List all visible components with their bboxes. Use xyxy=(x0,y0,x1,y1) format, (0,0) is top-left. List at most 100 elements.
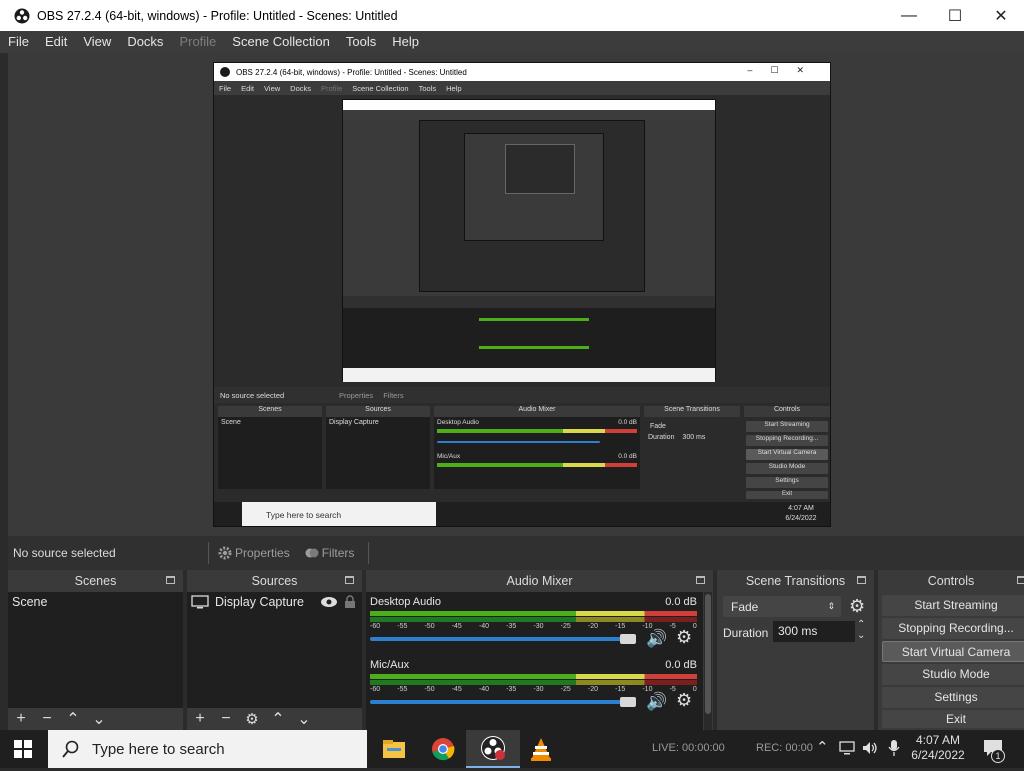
undock-icon[interactable] xyxy=(166,576,175,584)
tick-label: -35 xyxy=(506,686,517,693)
nested-duration: 300 ms xyxy=(682,434,706,441)
nested-control-btn: Studio Mode xyxy=(746,463,828,474)
microphone-icon[interactable] xyxy=(888,739,900,762)
tick-label: -20 xyxy=(587,623,598,630)
obs-taskbar-button[interactable] xyxy=(466,730,520,768)
nested-date: 6/24/2022 xyxy=(785,515,817,522)
vlc-icon[interactable] xyxy=(528,737,554,761)
sources-list[interactable]: Display Capture xyxy=(187,592,362,708)
menu-file[interactable]: File xyxy=(0,31,37,53)
nested-control-btn: Start Streaming xyxy=(746,421,828,432)
tick-label: -45 xyxy=(451,686,462,693)
mixer-scrollbar[interactable] xyxy=(704,592,712,730)
remove-scene-icon[interactable]: − xyxy=(34,710,60,728)
close-button[interactable]: ✕ xyxy=(978,0,1024,31)
move-up-icon[interactable]: ⌃ xyxy=(60,709,86,729)
move-down-icon[interactable]: ⌄ xyxy=(86,709,112,729)
source-item[interactable]: Display Capture xyxy=(187,592,362,612)
start-virtual-camera-button[interactable]: Start Virtual Camera xyxy=(882,641,1024,662)
scenes-title: Scenes xyxy=(74,574,117,588)
volume-slider-handle[interactable] xyxy=(620,697,636,707)
tick-label: -60 xyxy=(370,686,381,693)
volume-slider[interactable] xyxy=(370,700,632,704)
move-down-icon[interactable]: ⌄ xyxy=(291,709,317,729)
scenes-list[interactable]: Scene xyxy=(8,592,183,708)
nested-desktop-audio: Desktop Audio xyxy=(437,419,479,426)
speaker-icon[interactable]: 🔊 xyxy=(646,692,667,712)
properties-label: Properties xyxy=(235,546,290,560)
stop-recording-button[interactable]: Stopping Recording... xyxy=(882,618,1024,639)
minimize-button[interactable]: — xyxy=(886,0,932,31)
nested-control-btn: Exit xyxy=(746,491,828,499)
properties-button[interactable]: Properties xyxy=(217,545,290,561)
gear-icon[interactable]: ⚙ xyxy=(849,596,865,617)
tick-label: -30 xyxy=(533,623,544,630)
add-scene-icon[interactable]: + xyxy=(8,710,34,728)
audio-mixer-dock: Audio Mixer Desktop Audio 0.0 dB -60 -55 -… xyxy=(366,570,713,730)
file-explorer-icon[interactable] xyxy=(381,737,407,761)
tick-label: -60 xyxy=(370,623,381,630)
maximize-button[interactable]: ☐ xyxy=(932,0,978,31)
gear-icon[interactable]: ⚙ xyxy=(676,627,692,648)
menu-view[interactable]: View xyxy=(75,31,119,53)
move-up-icon[interactable]: ⌃ xyxy=(265,709,291,729)
tick-label: -45 xyxy=(451,623,462,630)
undock-icon[interactable] xyxy=(696,576,705,584)
chevron-up-icon[interactable]: ⌃ xyxy=(816,738,829,756)
studio-mode-button[interactable]: Studio Mode xyxy=(882,664,1024,685)
obs-icon xyxy=(481,736,505,760)
nested-time: 4:07 AM xyxy=(788,505,814,512)
menu-scene-collection[interactable]: Scene Collection xyxy=(224,31,338,53)
channel-header: Desktop Audio 0.0 dB xyxy=(370,596,697,608)
windows-start-icon[interactable] xyxy=(14,740,32,763)
volume-slider-handle[interactable] xyxy=(620,634,636,644)
menu-docks[interactable]: Docks xyxy=(119,31,171,53)
volume-slider[interactable] xyxy=(370,637,632,641)
taskbar-search[interactable]: Type here to search xyxy=(48,730,367,768)
network-icon[interactable] xyxy=(838,740,856,761)
divider xyxy=(208,542,209,564)
eye-icon[interactable] xyxy=(320,596,338,608)
duration-stepper[interactable]: ⌃ ⌄ xyxy=(857,619,865,641)
filters-button[interactable]: Filters xyxy=(304,545,354,561)
clock-date: 6/24/2022 xyxy=(911,748,965,762)
volume-icon[interactable] xyxy=(861,740,879,761)
nested-window-controls: –☐✕ xyxy=(747,65,822,75)
add-source-icon[interactable]: + xyxy=(187,710,213,728)
exit-button[interactable]: Exit xyxy=(882,710,1024,728)
undock-icon[interactable] xyxy=(1017,576,1024,584)
gear-icon[interactable]: ⚙ xyxy=(676,690,692,711)
channel-header: Mic/Aux 0.0 dB xyxy=(370,659,697,671)
menu-help[interactable]: Help xyxy=(384,31,427,53)
menu-tools[interactable]: Tools xyxy=(338,31,384,53)
tick-label: -35 xyxy=(506,623,517,630)
menu-edit[interactable]: Edit xyxy=(37,31,75,53)
scenes-dock-title: Scenes xyxy=(8,570,183,592)
remove-source-icon[interactable]: − xyxy=(213,710,239,728)
chrome-icon[interactable] xyxy=(430,737,456,761)
nested-menu-item: Help xyxy=(446,83,462,93)
scene-item[interactable]: Scene xyxy=(8,592,183,612)
start-streaming-button[interactable]: Start Streaming xyxy=(882,595,1024,616)
settings-button[interactable]: Settings xyxy=(882,687,1024,708)
mixer-channels: Desktop Audio 0.0 dB -60 -55 -50 -45 -40 -35-… xyxy=(366,592,703,730)
nested-duration-label: Duration xyxy=(648,434,675,441)
nested-dock-sources-title: Sources xyxy=(326,406,430,417)
level-meter xyxy=(370,680,697,685)
clock-time: 4:07 AM xyxy=(915,733,961,747)
duration-input[interactable]: 300 ms xyxy=(773,621,855,642)
tick-label: -50 xyxy=(424,686,435,693)
clock[interactable]: 4:07 AM 6/24/2022 xyxy=(906,733,970,763)
divider xyxy=(368,542,370,564)
menu-profile[interactable]: Profile xyxy=(171,31,224,53)
gear-icon[interactable]: ⚙ xyxy=(239,710,265,728)
speaker-icon[interactable]: 🔊 xyxy=(646,629,667,649)
lock-icon[interactable] xyxy=(344,595,356,609)
nested-menu-item: Scene Collection xyxy=(352,83,409,93)
no-source-label: No source selected xyxy=(13,546,116,560)
filters-icon xyxy=(305,548,319,558)
undock-icon[interactable] xyxy=(857,576,866,584)
undock-icon[interactable] xyxy=(345,576,354,584)
transition-select[interactable]: Fade ⇕ xyxy=(723,596,841,617)
window-title: OBS 27.2.4 (64-bit, windows) - Profile: … xyxy=(37,8,398,23)
